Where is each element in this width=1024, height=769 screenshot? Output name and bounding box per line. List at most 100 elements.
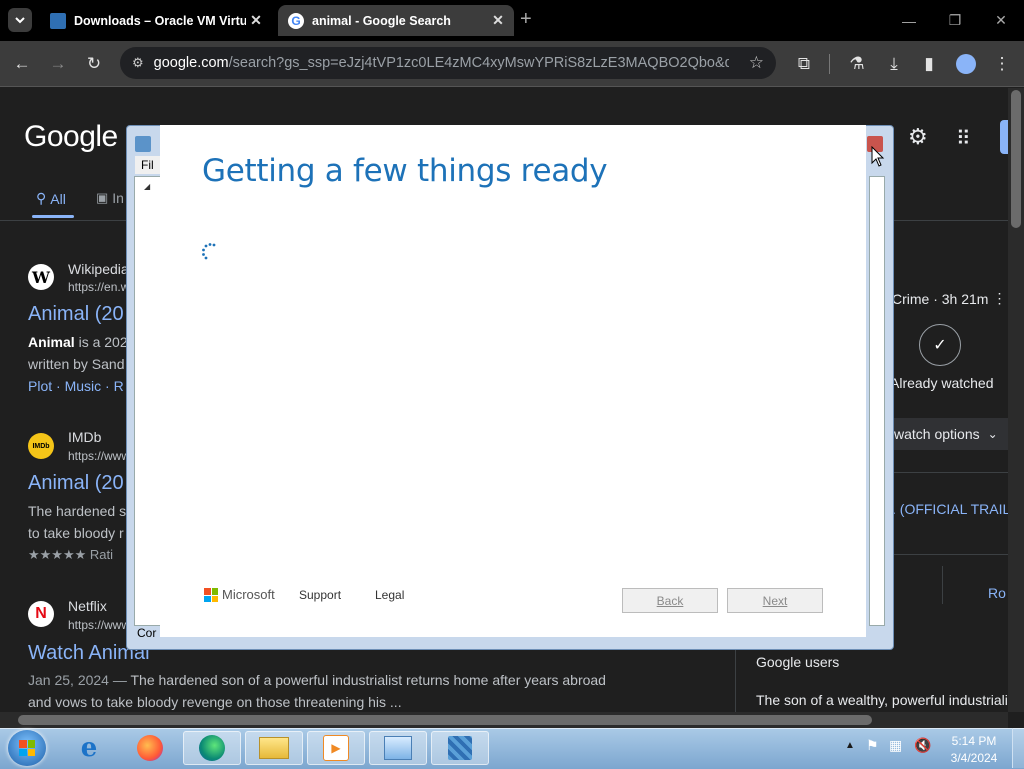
- panel-meta-text: Crime · 3h 21m: [892, 290, 989, 307]
- close-tab-icon[interactable]: ✕: [246, 12, 266, 29]
- network-icon[interactable]: ▦: [889, 737, 902, 754]
- result-source: IMDb: [68, 429, 102, 445]
- taskbar-ie-icon[interactable]: e: [60, 731, 118, 765]
- menu-file[interactable]: Fil: [141, 158, 154, 172]
- netflix-favicon-icon: N: [28, 601, 54, 627]
- horizontal-scrollbar[interactable]: [0, 712, 1008, 728]
- new-tab-button[interactable]: +: [520, 8, 532, 31]
- minimize-button[interactable]: —: [886, 0, 932, 41]
- toolbar-divider: [829, 54, 830, 74]
- taskbar-edge-icon[interactable]: [183, 731, 241, 765]
- tab-search-button[interactable]: [8, 8, 32, 32]
- setup-title: Getting a few things ready: [202, 153, 608, 189]
- check-icon: ✓: [933, 337, 947, 354]
- action-center-flag-icon[interactable]: ⚑: [866, 737, 879, 754]
- snippet-bold: Animal: [28, 334, 75, 350]
- tab-all-underline: [32, 215, 74, 218]
- legal-link[interactable]: Legal: [375, 588, 404, 602]
- status-bar-text: Cor: [137, 626, 157, 640]
- next-button[interactable]: Next: [727, 588, 823, 613]
- side-panel-icon[interactable]: ▮: [915, 50, 943, 78]
- taskbar-registry-icon[interactable]: [431, 731, 489, 765]
- bookmark-star-icon[interactable]: ☆: [749, 53, 764, 73]
- tab-downloads[interactable]: Downloads – Oracle VM Virtua ✕: [40, 5, 272, 36]
- imdb-favicon-icon: IMDb: [28, 433, 54, 459]
- panel-meta: Crime · 3h 21m ⋮: [892, 290, 1006, 307]
- sign-in-button-edge[interactable]: [1000, 120, 1008, 154]
- result-snippet-line2: written by Sand: [28, 356, 125, 372]
- labs-flask-icon[interactable]: ⚗: [843, 50, 871, 78]
- microsoft-logo-icon: [204, 588, 218, 602]
- panel-divider: [884, 472, 1008, 473]
- browser-menu-icon[interactable]: ⋮: [988, 50, 1016, 78]
- apps-grid-icon[interactable]: ⠿: [956, 126, 971, 151]
- taskbar-firefox-icon[interactable]: [121, 731, 179, 765]
- result-source: Wikipedia: [68, 261, 129, 277]
- microsoft-brand: Microsoft: [222, 587, 275, 602]
- result-snippet: Animal is a 202: [28, 334, 128, 350]
- clock-time: 5:14 PM: [951, 734, 997, 748]
- tray-expand-icon[interactable]: ▲: [845, 740, 855, 751]
- tab-images-label: In: [112, 190, 124, 206]
- back-button[interactable]: Back: [622, 588, 718, 613]
- reload-icon[interactable]: ↻: [80, 50, 108, 78]
- start-button[interactable]: [8, 730, 46, 766]
- taskbar-installer-icon[interactable]: [369, 731, 427, 765]
- snippet-text: The hardened son of a powerful industria…: [130, 672, 606, 688]
- setup-dialog: Getting a few things ready Microsoft Sup…: [160, 125, 866, 637]
- result-date: Jan 25, 2024 —: [28, 672, 131, 688]
- taskbar-media-player-icon[interactable]: ▶: [307, 731, 365, 765]
- panel-col-divider: [942, 566, 943, 604]
- back-arrow-icon[interactable]: ←: [8, 50, 36, 78]
- panel-summary: The son of a wealthy, powerful industria…: [756, 692, 1008, 708]
- vertical-scrollbar[interactable]: [1008, 88, 1024, 712]
- volume-muted-icon[interactable]: 🔇: [914, 737, 931, 754]
- mouse-cursor-icon: [871, 146, 885, 167]
- url-host: google.com: [153, 55, 229, 71]
- trailer-link[interactable]: . (OFFICIAL TRAIL: [892, 501, 1010, 517]
- image-icon: ▣: [96, 190, 109, 205]
- close-window-button[interactable]: ✕: [978, 0, 1024, 41]
- clock-date: 3/4/2024: [950, 751, 998, 765]
- clock[interactable]: 5:14 PM 3/4/2024: [940, 733, 1008, 767]
- watch-options-row[interactable]: watch options ⌄: [884, 418, 1008, 450]
- profile-avatar-icon[interactable]: [952, 50, 980, 78]
- snippet-text: is a 202: [74, 334, 128, 350]
- ro-link[interactable]: Ro: [988, 585, 1006, 601]
- google-favicon-icon: G: [288, 12, 304, 29]
- tab-google-search[interactable]: G animal - Google Search ✕: [278, 5, 514, 36]
- site-info-icon[interactable]: ⚙: [132, 55, 144, 71]
- result-snippet-line2: to take bloody r: [28, 525, 124, 541]
- address-bar[interactable]: ⚙ google.com/search?gs_ssp=eJzj4tVP1zc0L…: [120, 47, 776, 79]
- google-logo[interactable]: Google: [24, 120, 118, 154]
- tab-title: Downloads – Oracle VM Virtua: [74, 13, 246, 28]
- restore-button[interactable]: ❐: [932, 0, 978, 41]
- close-tab-icon[interactable]: ✕: [488, 12, 508, 29]
- result-url: https://www: [68, 449, 131, 463]
- result-url: https://en.w: [68, 280, 130, 294]
- result-title-link[interactable]: Animal (20: [28, 303, 124, 326]
- result-sitelinks[interactable]: Plot · Music · R: [28, 378, 124, 394]
- support-link[interactable]: Support: [299, 588, 341, 602]
- show-desktop-button[interactable]: [1012, 728, 1024, 768]
- extensions-icon[interactable]: ⧉: [790, 50, 818, 78]
- download-icon[interactable]: ⤓: [880, 50, 908, 78]
- tab-all[interactable]: ⚲ All: [36, 190, 66, 207]
- scroll-thumb[interactable]: [18, 715, 872, 725]
- expand-arrow-icon[interactable]: ◢: [144, 182, 150, 191]
- watched-check-button[interactable]: ✓: [919, 324, 961, 366]
- tab-images[interactable]: ▣ In: [96, 190, 124, 206]
- panel-border: [735, 640, 736, 712]
- chevron-down-icon: ⌄: [987, 427, 998, 441]
- windows-logo-icon: [19, 740, 35, 756]
- loading-spinner-icon: [202, 243, 216, 260]
- forward-arrow-icon[interactable]: →: [44, 50, 72, 78]
- result-snippet-line2: and vows to take bloody revenge on those…: [28, 694, 402, 710]
- scroll-thumb[interactable]: [1011, 90, 1021, 228]
- settings-gear-icon[interactable]: ⚙: [908, 124, 928, 150]
- more-options-icon[interactable]: ⋮: [992, 290, 1006, 307]
- taskbar-explorer-icon[interactable]: [245, 731, 303, 765]
- result-title-link[interactable]: Animal (20: [28, 472, 124, 495]
- google-users-heading: Google users: [756, 654, 840, 670]
- url-path: /search?gs_ssp=eJzj4tVP1zc0LE4zMC4xyMswY…: [228, 55, 729, 71]
